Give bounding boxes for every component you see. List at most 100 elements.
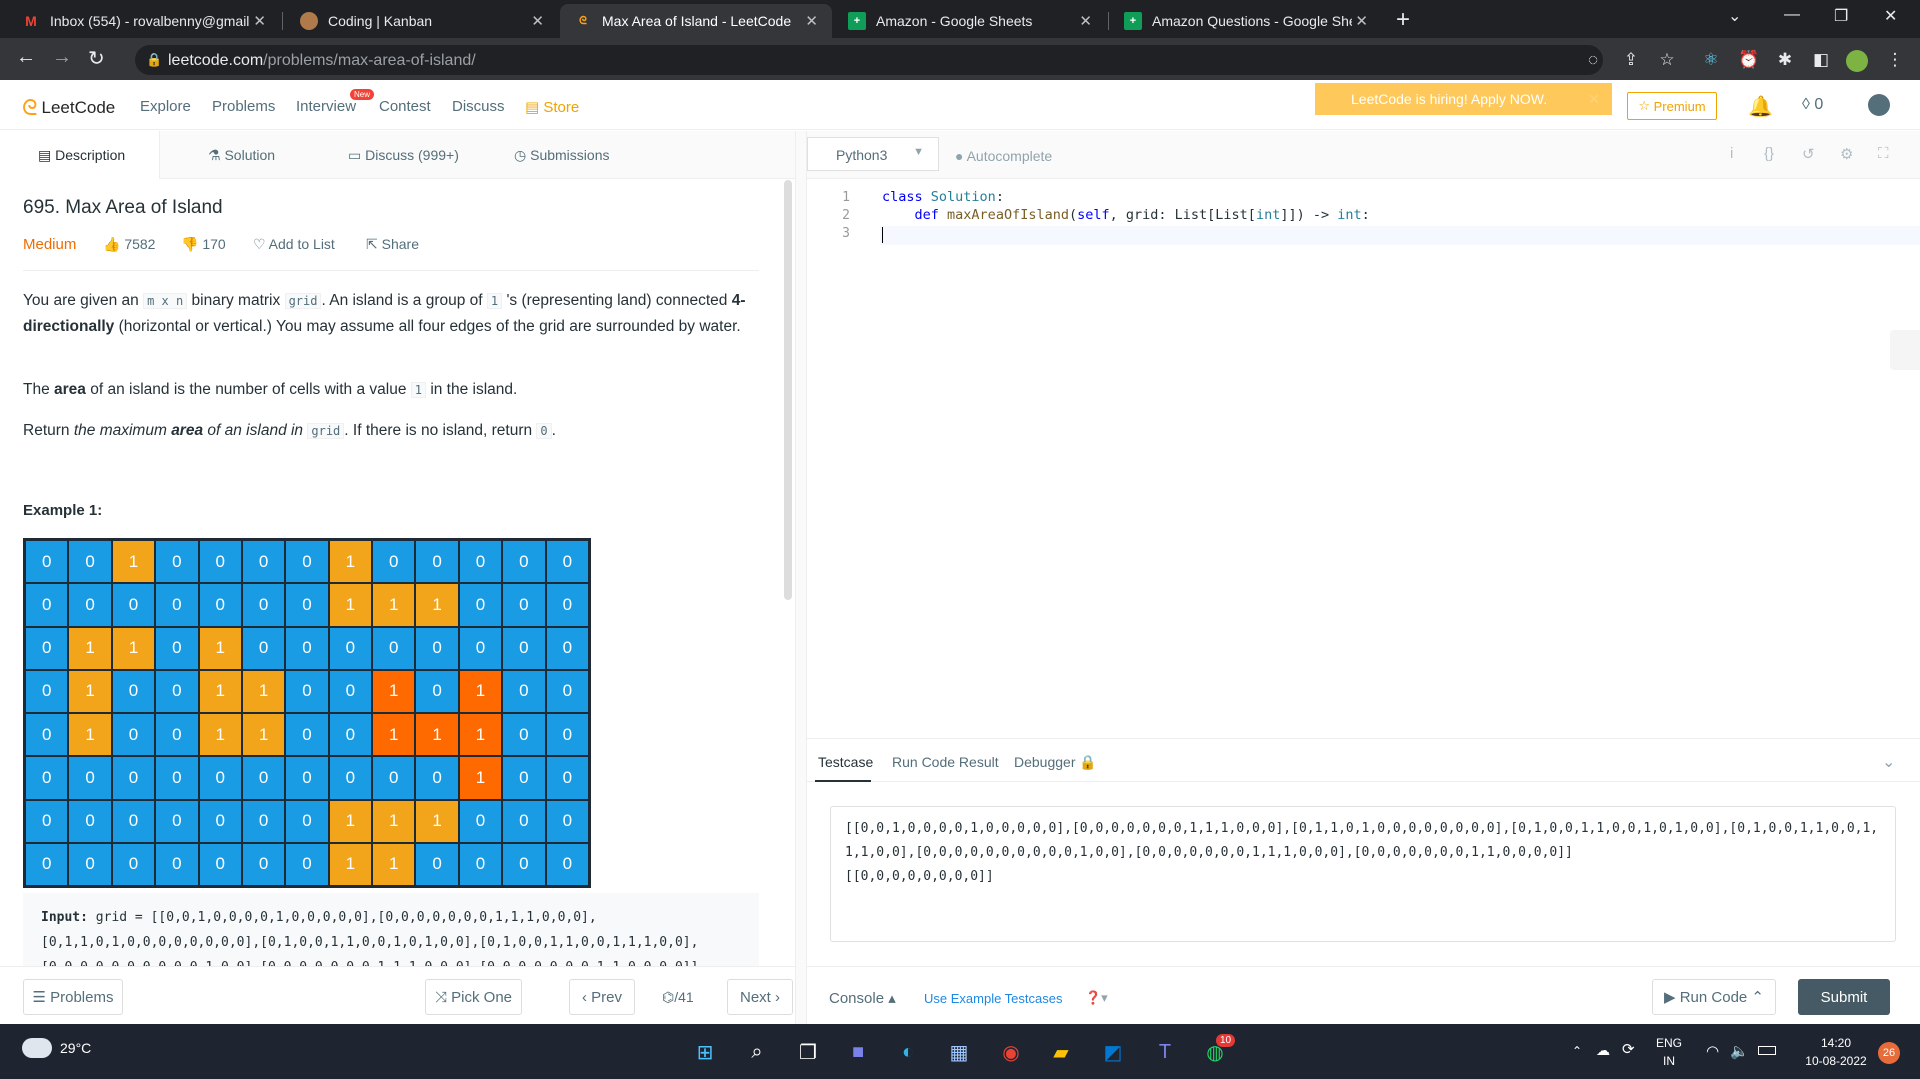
next-button[interactable]: Next › <box>727 979 793 1015</box>
task-view-icon[interactable]: ❐ <box>793 1037 823 1067</box>
problems-list-button[interactable]: ☰ Problems <box>23 979 123 1015</box>
grid-cell: 0 <box>503 800 545 842</box>
nav-store[interactable]: ▤ Store <box>525 98 579 116</box>
add-to-list-button[interactable]: ♡ Add to List <box>253 236 335 253</box>
sync-icon[interactable]: ⟳ <box>1622 1040 1635 1058</box>
nav-problems[interactable]: Problems <box>212 98 275 115</box>
back-icon[interactable]: ← <box>16 46 36 69</box>
share-icon[interactable]: ⇪ <box>1620 50 1642 72</box>
tab-testcase[interactable]: Testcase <box>818 754 873 770</box>
clock[interactable]: 14:20 10-08-2022 <box>1796 1036 1876 1068</box>
puzzle-icon[interactable]: ✱ <box>1774 50 1796 72</box>
tab-solution[interactable]: ⚗ Solution <box>208 147 275 164</box>
testcase-input[interactable]: [[0,0,1,0,0,0,0,1,0,0,0,0,0],[0,0,0,0,0,… <box>830 806 1896 942</box>
fullscreen-icon[interactable]: ⛶ <box>1878 145 1889 162</box>
url-text[interactable]: leetcode.com/problems/max-area-of-island… <box>168 52 476 70</box>
tab-gmail[interactable]: M Inbox (554) - rovalbenny@gmail. ✕ <box>8 4 280 38</box>
description-scrollbar[interactable] <box>784 180 792 600</box>
like-button[interactable]: 👍 7582 <box>103 236 155 253</box>
lock-icon[interactable]: 🔒 <box>146 52 162 68</box>
nav-explore[interactable]: Explore <box>140 98 191 115</box>
nav-discuss[interactable]: Discuss <box>452 98 505 115</box>
sidepanel-icon[interactable]: ◧ <box>1810 50 1832 72</box>
console-toggle[interactable]: Console ▴ <box>829 989 896 1007</box>
user-avatar[interactable] <box>1868 94 1890 116</box>
gmail-icon: M <box>25 13 37 29</box>
tab-description[interactable]: ▤ Description <box>38 147 125 164</box>
meet-icon[interactable]: ■ <box>843 1037 873 1067</box>
reload-icon[interactable]: ↻ <box>88 46 105 71</box>
prev-button[interactable]: ‹ Prev <box>569 979 635 1015</box>
new-tab-button[interactable]: + <box>1396 6 1410 34</box>
language-indicator[interactable]: ENG IN <box>1656 1036 1682 1068</box>
outlook-icon[interactable]: ◩ <box>1098 1037 1128 1067</box>
search-icon[interactable]: ⌕ <box>742 1037 772 1067</box>
windows-start-icon[interactable]: ⊞ <box>690 1037 720 1067</box>
leetcode-logo[interactable]: ᘓ LeetCode <box>22 95 115 121</box>
weather-icon[interactable] <box>22 1038 52 1058</box>
onedrive-icon[interactable]: ☁ <box>1596 1042 1610 1059</box>
braces-icon[interactable]: {} <box>1764 145 1774 162</box>
notification-badge[interactable]: 26 <box>1878 1042 1900 1064</box>
submit-button[interactable]: Submit <box>1798 979 1890 1015</box>
autocomplete-toggle[interactable]: ● Autocomplete <box>955 148 1052 164</box>
premium-button[interactable]: ☆ Premium <box>1627 92 1717 120</box>
restore-icon[interactable]: ❐ <box>1834 6 1848 26</box>
close-window-icon[interactable]: ✕ <box>1884 6 1897 26</box>
feedback-tab[interactable] <box>1890 330 1920 370</box>
tab-sheets-questions[interactable]: + Amazon Questions - Google She ✕ <box>1110 4 1382 38</box>
tab-leetcode[interactable]: ᘓ Max Area of Island - LeetCode ✕ <box>560 4 832 38</box>
close-tab-icon[interactable]: ✕ <box>253 12 266 30</box>
nav-contest[interactable]: Contest <box>379 98 431 115</box>
run-code-button[interactable]: ▶ Run Code ⌃ <box>1652 979 1776 1015</box>
photos-icon[interactable]: ▦ <box>944 1037 974 1067</box>
bell-icon[interactable]: 🔔 <box>1748 94 1773 119</box>
tab-debugger[interactable]: Debugger 🔒 <box>1014 754 1097 771</box>
tab-search-icon[interactable]: ⌄ <box>1728 6 1741 26</box>
show-hidden-icons[interactable]: ⌃ <box>1572 1044 1582 1058</box>
tab-kanban[interactable]: Coding | Kanban ✕ <box>286 4 558 38</box>
tab-run-code-result[interactable]: Run Code Result <box>892 754 999 770</box>
menu-icon[interactable]: ⋮ <box>1884 50 1906 72</box>
reset-icon[interactable]: ↺ <box>1802 145 1815 163</box>
battery-icon[interactable] <box>1758 1046 1776 1055</box>
weather-temp[interactable]: 29°C <box>60 1040 91 1056</box>
language-select[interactable]: Python3 ▼ <box>807 137 939 171</box>
profile-avatar[interactable] <box>1846 50 1868 72</box>
tab-discuss[interactable]: ▭ Discuss (999+) <box>348 147 459 164</box>
minimize-icon[interactable]: — <box>1784 6 1800 24</box>
wifi-icon[interactable]: ◠ <box>1706 1042 1719 1060</box>
text: Return <box>23 422 70 439</box>
collapse-icon[interactable]: ⌄ <box>1882 752 1895 772</box>
points[interactable]: ◊ 0 <box>1802 96 1823 114</box>
edge-icon[interactable]: ◐ <box>893 1037 923 1067</box>
pick-one-button[interactable]: ⤨ Pick One <box>425 979 522 1015</box>
react-devtools-icon[interactable]: ⚛ <box>1700 50 1722 72</box>
use-example-link[interactable]: Use Example Testcases <box>924 991 1063 1006</box>
panel-resize-handle[interactable] <box>795 131 807 1024</box>
forward-icon[interactable]: → <box>52 46 72 69</box>
teams-icon[interactable]: T <box>1150 1037 1180 1067</box>
close-tab-icon[interactable]: ✕ <box>1079 12 1092 30</box>
share-button[interactable]: ⇱ Share <box>366 236 419 253</box>
nav-interview[interactable]: Interview <box>296 98 356 115</box>
chrome-icon[interactable]: ◉ <box>996 1037 1026 1067</box>
dot-icon: ● <box>955 148 967 164</box>
file-explorer-icon[interactable]: ▰ <box>1046 1037 1076 1067</box>
dislike-button[interactable]: 👎 170 <box>181 236 226 253</box>
close-tab-icon[interactable]: ✕ <box>531 12 544 30</box>
code-editor[interactable] <box>807 180 1920 738</box>
close-tab-icon[interactable]: ✕ <box>805 12 818 30</box>
info-icon[interactable]: i <box>1730 145 1733 162</box>
tab-sheets-amazon[interactable]: + Amazon - Google Sheets ✕ <box>834 4 1106 38</box>
close-tab-icon[interactable]: ✕ <box>1355 12 1368 30</box>
settings-icon[interactable]: ⚙ <box>1840 145 1853 163</box>
hiring-banner[interactable]: LeetCode is hiring! Apply NOW. ✕ <box>1315 83 1612 115</box>
close-banner-icon[interactable]: ✕ <box>1588 91 1600 108</box>
volume-icon[interactable]: 🔈 <box>1730 1042 1749 1060</box>
star-icon[interactable]: ☆ <box>1656 50 1678 72</box>
eye-off-icon[interactable]: ◌ <box>1582 50 1604 72</box>
alarm-icon[interactable]: ⏰ <box>1738 50 1760 72</box>
tab-submissions[interactable]: ◷ Submissions <box>514 147 609 164</box>
help-icon[interactable]: ❓▾ <box>1085 990 1108 1006</box>
